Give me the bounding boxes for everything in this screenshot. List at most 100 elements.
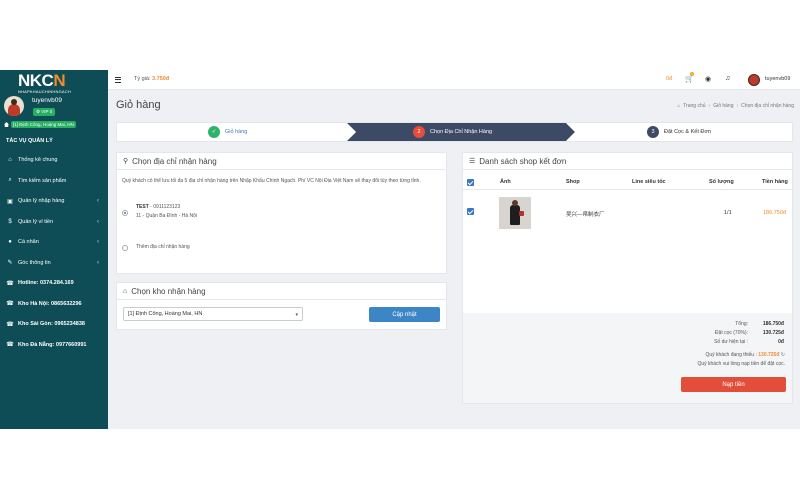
dollar-icon: $ <box>8 218 12 225</box>
shortfall: Quý khách đang thiếu : 130.725đ ↻ <box>705 352 785 358</box>
hamburger-icon[interactable] <box>115 77 121 84</box>
breadcrumb-cart[interactable]: Giỏ hàng <box>713 103 733 109</box>
sidebar-item-label: Kho Đà Nẵng: 0977660991 <box>18 341 87 348</box>
breadcrumb: ⌂ Trang chủ › Giỏ hàng › Chọn địa chỉ nh… <box>677 103 794 109</box>
checkout-steps: ✓ Giỏ hàng 2 Chọn Địa Chỉ Nhận Hàng 3 Đặ… <box>116 122 793 142</box>
warehouse-select[interactable]: [1] Định Công, Hoàng Mai, HN ▾ <box>123 307 303 321</box>
phone-icon: ☎ <box>6 280 14 287</box>
phone-icon: ☎ <box>6 321 14 328</box>
sidebar-item-9[interactable]: ☎ Kho Đà Nẵng: 0977660991 <box>0 335 108 356</box>
sidebar-item-label: Quản lý ví tiền <box>18 218 54 225</box>
user-icon: ● <box>8 239 12 246</box>
address-row: [1] Định Công, Hoàng Mai, HN <box>4 121 76 128</box>
sidebar-username[interactable]: tuyenvb09 <box>32 97 62 104</box>
logo[interactable]: NKCN NHAPKHAUCHINHNGACH <box>18 72 88 94</box>
address-panel-header: ⚲ Chọn địa chỉ nhận hàng <box>117 153 446 170</box>
map-marker-icon: ⚲ <box>123 158 129 165</box>
home-icon: ⌂ <box>677 103 681 109</box>
sidebar-item-4[interactable]: ● Cá nhân ‹ <box>0 232 108 253</box>
sidebar-item-8[interactable]: ☎ Kho Sài Gòn: 0965234838 <box>0 314 108 335</box>
exchange-rate: Tỷ giá: 3.750đ <box>134 76 170 82</box>
topbar-username[interactable]: tuyenvb09 <box>765 76 790 82</box>
sidebar-item-0[interactable]: ⌂ Thống kê chung <box>0 150 108 171</box>
header-amount: Tiền hàng <box>762 179 788 185</box>
balance-amount[interactable]: 0đ <box>666 76 672 82</box>
chevron-left-icon: ‹ <box>97 239 99 246</box>
sidebar-item-7[interactable]: ☎ Kho Hà Nội: 0865632296 <box>0 294 108 315</box>
avatar[interactable] <box>4 96 24 116</box>
sidebar-item-3[interactable]: $ Quản lý ví tiền ‹ <box>0 212 108 233</box>
topup-note: Quý khách vui lòng nạp tiền để đặt cọc. <box>697 361 785 367</box>
step-number: 2 <box>413 126 425 138</box>
sidebar-item-label: Kho Hà Nội: 0865632296 <box>18 300 82 307</box>
topup-button[interactable]: Nạp tiền <box>681 377 786 392</box>
sidebar-item-label: Cá nhân <box>18 239 39 246</box>
search-icon: ⌕ <box>8 177 12 184</box>
select-all-checkbox[interactable] <box>467 179 474 186</box>
topbar-avatar[interactable] <box>748 74 760 86</box>
update-button[interactable]: Cập nhật <box>369 307 440 322</box>
phone-icon: ☎ <box>6 301 14 308</box>
cart-count-badge: 1 <box>690 72 694 76</box>
page-bottom-margin <box>0 429 800 500</box>
header-express-line: Line siêu tốc <box>632 179 666 185</box>
step-address[interactable]: 2 Chọn Địa Chỉ Nhận Hàng <box>413 123 492 141</box>
add-address-radio[interactable] <box>122 245 128 251</box>
step-cart[interactable]: ✓ Giỏ hàng <box>208 123 247 141</box>
amount-cell: 186.750đ <box>763 210 786 216</box>
sidebar-item-label: Quản lý nhập hàng <box>18 198 65 205</box>
sidebar-item-1[interactable]: ⌕ Tìm kiếm sản phẩm <box>0 171 108 192</box>
sidebar-menu: ⌂ Thống kê chung ⌕ Tìm kiếm sản phẩm ▣ Quản l… <box>0 150 108 355</box>
chevron-left-icon: ‹ <box>97 198 99 205</box>
refresh-icon: ↻ <box>780 352 785 358</box>
shop-name[interactable]: 吴兴—帛制衣厂 <box>566 210 605 218</box>
warehouse-panel: ⌂ Chọn kho nhận hàng [1] Định Công, Hoàn… <box>116 282 447 330</box>
add-address-label[interactable]: Thêm địa chỉ nhận hàng <box>136 244 190 251</box>
sidebar-item-label: Hotline: 0374.284.169 <box>18 280 74 287</box>
shop-panel: ☰ Danh sách shop kết đơn Ảnh Shop Line s… <box>462 152 793 404</box>
header-image: Ảnh <box>500 179 511 185</box>
address-panel: ⚲ Chọn địa chỉ nhận hàng Quý khách có th… <box>116 152 447 274</box>
home-icon <box>4 122 9 127</box>
sidebar-item-2[interactable]: ▣ Quản lý nhập hàng ‹ <box>0 191 108 212</box>
cart-icon[interactable]: 🛒 <box>685 75 694 83</box>
bell-icon[interactable]: ♫ <box>725 75 730 82</box>
sidebar-item-6[interactable]: ☎ Hotline: 0374.284.169 <box>0 273 108 294</box>
header-quantity: Số lượng <box>709 179 734 185</box>
info-icon: ✎ <box>7 260 13 267</box>
summary-area: Tổng: 186.750đ Đặt cọc (70%): 130.725đ Số … <box>463 313 792 403</box>
globe-icon[interactable]: ◉ <box>705 75 711 83</box>
header-shop: Shop <box>566 179 580 185</box>
address-radio-selected[interactable] <box>122 210 128 216</box>
topbar: Tỷ giá: 3.750đ 0đ 🛒 1 ◉ ♫ tuyenvb09 <box>108 70 800 90</box>
logo-accent: N <box>53 71 66 90</box>
sidebar-item-label: Thống kê chung <box>18 157 58 164</box>
phone-icon: ☎ <box>6 342 14 349</box>
sidebar-section-title: TÁC VỤ QUẢN LÝ <box>6 138 53 144</box>
step-number: 3 <box>647 126 659 138</box>
chevron-left-icon: ‹ <box>97 259 99 266</box>
chevron-down-icon: ▾ <box>295 312 298 318</box>
sidebar-item-label: Góc thông tin <box>18 259 51 266</box>
sidebar-item-5[interactable]: ✎ Góc thông tin ‹ <box>0 253 108 274</box>
product-image[interactable] <box>499 197 531 229</box>
address-note: Quý khách có thể lưu tối đa 5 địa chỉ nh… <box>122 178 421 184</box>
breadcrumb-home[interactable]: Trang chủ <box>683 103 705 109</box>
warehouse-panel-header: ⌂ Chọn kho nhận hàng <box>117 283 446 300</box>
logo-tagline: NHAPKHAUCHINHNGACH <box>18 89 71 94</box>
address-contact[interactable]: TEST - 0911123123 <box>136 204 180 211</box>
summary-deposit: Đặt cọc (70%): 130.725đ <box>714 330 784 336</box>
address-badge: [1] Định Công, Hoàng Mai, HN <box>11 121 76 128</box>
shop-panel-header: ☰ Danh sách shop kết đơn <box>463 153 792 170</box>
row-checkbox[interactable] <box>467 208 474 215</box>
app-root: NKCN NHAPKHAUCHINHNGACH tuyenvb09 ⚙ VIP … <box>0 70 800 429</box>
address-line: 11 - Quận Ba Đình - Hà Nội <box>136 213 198 219</box>
step-deposit[interactable]: 3 Đặt Cọc & Kết Đơn <box>647 123 711 141</box>
check-icon: ✓ <box>208 126 220 138</box>
sidebar-item-label: Tìm kiếm sản phẩm <box>18 177 67 184</box>
home-icon: ⌂ <box>8 157 12 164</box>
quantity-cell: 1/1 <box>724 210 732 216</box>
vip-badge: ⚙ VIP 0 <box>33 108 56 116</box>
summary-balance: Số dư hiện tại :0đ <box>714 339 784 345</box>
sidebar-item-label: Kho Sài Gòn: 0965234838 <box>18 321 85 328</box>
